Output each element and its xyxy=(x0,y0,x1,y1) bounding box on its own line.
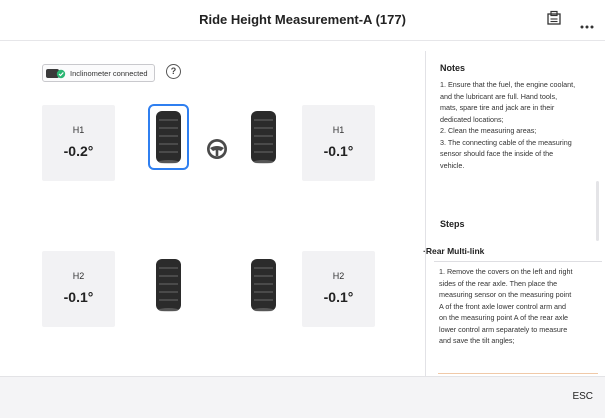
inclinometer-plug-icon xyxy=(46,68,66,78)
notes-line: vehicle. xyxy=(440,160,465,170)
notes-line: and the lubricant are full. Hand tools, xyxy=(440,91,558,101)
tire-rear-right-icon[interactable] xyxy=(250,258,277,312)
measurement-label: H1 xyxy=(72,125,85,135)
measurement-label: H1 xyxy=(332,125,345,135)
measurement-value: -0.2° xyxy=(63,143,94,159)
instructions-scrollbar[interactable] xyxy=(596,181,599,241)
step-line: lower control arm separately to measure xyxy=(439,324,568,334)
step-line: 1. Remove the covers on the left and rig… xyxy=(439,267,573,276)
status-text: Inclinometer connected xyxy=(70,68,148,78)
notes-line: dedicated locations; xyxy=(440,114,504,124)
instructions-panel[interactable]: Notes 1. Ensure that the fuel, the engin… xyxy=(423,51,605,379)
notes-line: 2. Clean the measuring areas; xyxy=(440,126,537,135)
step-line: sides of the rear axle. Then place the xyxy=(439,278,558,288)
measurement-value: -0.1° xyxy=(323,289,354,305)
measurement-label: H2 xyxy=(332,271,345,281)
footer-bar: ESC xyxy=(0,376,605,418)
notes-title: Notes xyxy=(440,63,466,73)
help-icon[interactable]: ? xyxy=(166,64,181,79)
divider xyxy=(438,373,598,374)
steps-title: Steps xyxy=(440,219,465,229)
notes-line: 3. The connecting cable of the measuring xyxy=(440,137,572,147)
measurement-value: -0.1° xyxy=(63,289,94,305)
notes-line: mats, spare tire and jack are in their xyxy=(440,103,555,112)
notes-line: 1. Ensure that the fuel, the engine cool… xyxy=(440,80,576,89)
measurement-card-front-left: H1 -0.2° xyxy=(42,105,115,181)
measurement-panel: Inclinometer connected ? H1 -0.2° H1 -0.… xyxy=(0,41,425,376)
step-line: measuring sensor on the measuring point xyxy=(439,290,572,299)
header-bar: Ride Height Measurement-A (177) xyxy=(0,0,605,41)
main-area: Inclinometer connected ? H1 -0.2° H1 -0.… xyxy=(0,41,605,376)
step-line: A of the front axle lower control arm an… xyxy=(439,301,567,311)
report-icon[interactable] xyxy=(546,10,562,31)
step-item: 1. Remove the covers on the left and rig… xyxy=(434,261,602,379)
measurement-label: H2 xyxy=(72,271,85,281)
measurement-card-rear-left: H2 -0.1° xyxy=(42,251,115,327)
esc-button[interactable]: ESC xyxy=(572,391,593,402)
measurement-card-front-right: H1 -0.1° xyxy=(302,105,375,181)
more-icon[interactable] xyxy=(580,16,594,34)
steering-wheel-icon xyxy=(207,139,227,159)
tire-front-left-icon[interactable] xyxy=(155,110,182,164)
steps-subtitle: ·Rear Multi-link xyxy=(423,246,485,256)
step-line: on the measuring point A of the rear axl… xyxy=(439,313,569,322)
measurement-card-rear-right: H2 -0.1° xyxy=(302,251,375,327)
tire-front-right-icon[interactable] xyxy=(250,110,277,164)
inclinometer-status-badge: Inclinometer connected xyxy=(42,64,155,82)
notes-section: Notes 1. Ensure that the fuel, the engin… xyxy=(440,63,600,171)
step-line: and save the tilt angles; xyxy=(439,336,515,345)
notes-line: sensor should face the inside of the xyxy=(440,149,554,158)
page-title: Ride Height Measurement-A (177) xyxy=(199,12,406,27)
tire-rear-left-icon[interactable] xyxy=(155,258,182,312)
measurement-value: -0.1° xyxy=(323,143,354,159)
